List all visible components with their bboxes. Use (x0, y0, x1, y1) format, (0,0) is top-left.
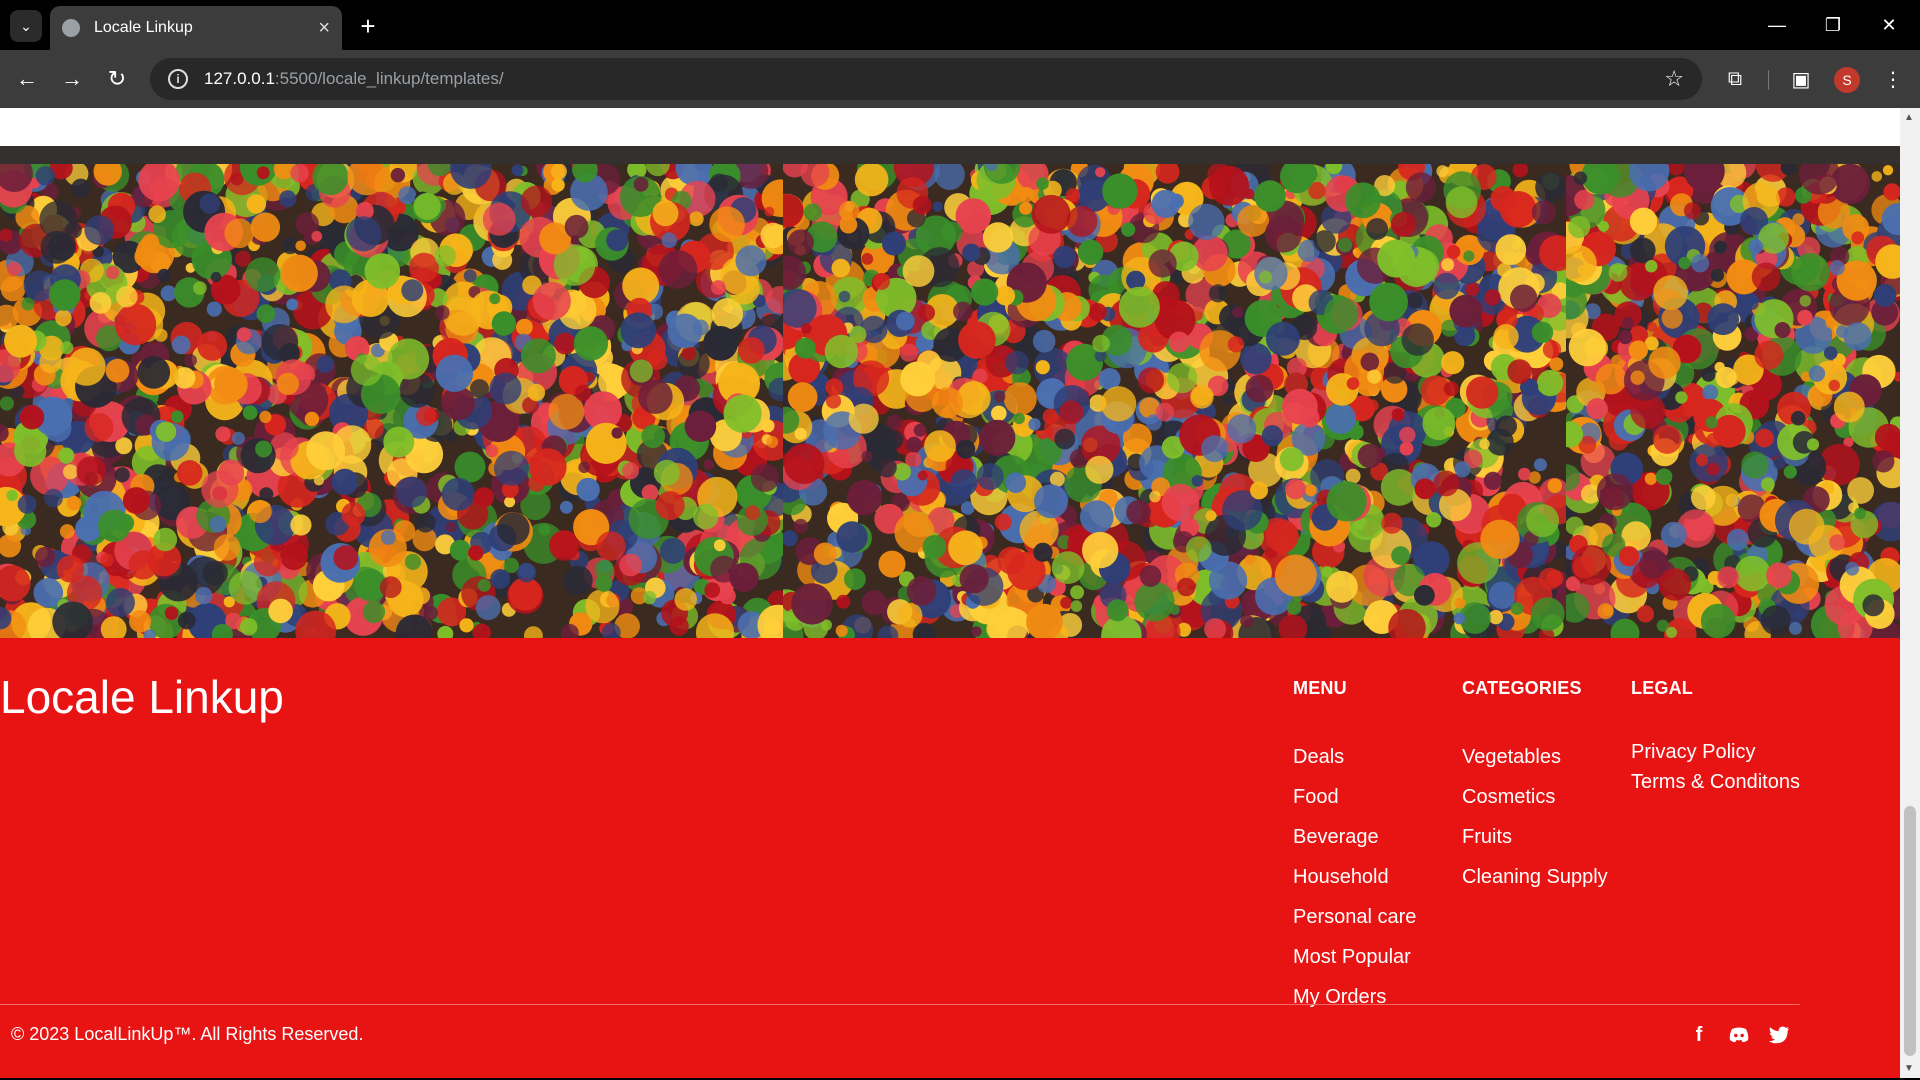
menu-kebab-icon[interactable]: ⋮ (1876, 62, 1910, 96)
url-host: 127.0.0.1 (204, 69, 275, 88)
reload-button[interactable]: ↻ (100, 62, 134, 96)
footer-categories-heading: CATEGORIES (1462, 678, 1582, 698)
address-bar[interactable]: i 127.0.0.1 :5500/locale_linkup/template… (150, 58, 1702, 100)
page-viewport: Locale Linkup MENU Deals Food Beverage H… (0, 108, 1900, 1078)
profile-avatar[interactable]: S (1834, 67, 1860, 93)
footer-legal-heading: LEGAL (1631, 678, 1693, 698)
hero-banner (0, 146, 1900, 638)
footer-brand[interactable]: Locale Linkup (0, 670, 284, 724)
hero-image-fruits (783, 146, 1566, 638)
tab-search-button[interactable]: ⌄ (10, 10, 42, 42)
footer-menu-link[interactable]: Personal care (1293, 897, 1416, 937)
scroll-up-arrow-icon[interactable]: ▲ (1904, 112, 1914, 123)
new-tab-button[interactable]: + (352, 10, 384, 42)
footer-category-link[interactable]: Cleaning Supply (1462, 857, 1608, 897)
scroll-down-arrow-icon[interactable]: ▼ (1904, 1063, 1914, 1074)
browser-tab[interactable]: Locale Linkup × (50, 6, 342, 50)
tab-title: Locale Linkup (94, 19, 193, 36)
extensions-icon[interactable]: ⧉ (1718, 62, 1752, 96)
restore-button[interactable]: ❐ (1808, 8, 1858, 42)
footer-menu-link[interactable]: Food (1293, 777, 1416, 817)
footer-menu-link[interactable]: Deals (1293, 737, 1416, 777)
footer-menu-link[interactable]: My Orders (1293, 977, 1416, 1017)
side-panel-icon[interactable]: ▣ (1784, 62, 1818, 96)
hero-image-fruits (0, 146, 783, 638)
footer-category-link[interactable]: Vegetables (1462, 737, 1608, 777)
browser-tab-bar: ⌄ Locale Linkup × + — ❐ ✕ (0, 0, 1920, 50)
scrollbar-thumb[interactable] (1904, 806, 1916, 1056)
footer-menu-link[interactable]: Beverage (1293, 817, 1416, 857)
back-button[interactable]: ← (10, 62, 44, 96)
bookmark-star-icon[interactable]: ☆ (1664, 66, 1684, 92)
minimize-button[interactable]: — (1752, 8, 1802, 42)
footer-menu-link[interactable]: Household (1293, 857, 1416, 897)
footer-legal-link[interactable]: Privacy Policy (1631, 737, 1800, 767)
footer-legal-link[interactable]: Terms & Conditons (1631, 767, 1800, 797)
toolbar-separator (1768, 70, 1769, 90)
footer-category-link[interactable]: Fruits (1462, 817, 1608, 857)
close-tab-icon[interactable]: × (318, 17, 330, 40)
footer-menu-heading: MENU (1293, 678, 1347, 698)
url-path: :5500/locale_linkup/templates/ (274, 69, 504, 88)
footer-category-link[interactable]: Cosmetics (1462, 777, 1608, 817)
page-scrollbar[interactable]: ▲ ▼ (1900, 108, 1920, 1078)
forward-button[interactable]: → (55, 62, 89, 96)
globe-icon (62, 19, 80, 37)
browser-toolbar: ← → ↻ i 127.0.0.1 :5500/locale_linkup/te… (0, 50, 1920, 108)
footer-menu-link[interactable]: Most Popular (1293, 937, 1416, 977)
footer-copyright: © 2023 LocalLinkUp™. All Rights Reserved… (11, 1024, 364, 1044)
footer-legal-column: LEGAL Privacy Policy Terms & Conditons (1631, 678, 1800, 797)
footer-categories-column: CATEGORIES Vegetables Cosmetics Fruits C… (1462, 678, 1608, 897)
hero-image-fruits (1566, 146, 1900, 638)
close-window-button[interactable]: ✕ (1864, 8, 1914, 42)
facebook-icon[interactable]: f (1686, 1022, 1712, 1048)
footer-menu-column: MENU Deals Food Beverage Household Perso… (1293, 678, 1416, 1017)
twitter-icon[interactable] (1766, 1022, 1792, 1048)
discord-icon[interactable] (1726, 1022, 1752, 1048)
footer-divider (0, 1004, 1800, 1005)
site-info-icon[interactable]: i (168, 69, 188, 89)
site-footer: Locale Linkup MENU Deals Food Beverage H… (0, 638, 1900, 1078)
